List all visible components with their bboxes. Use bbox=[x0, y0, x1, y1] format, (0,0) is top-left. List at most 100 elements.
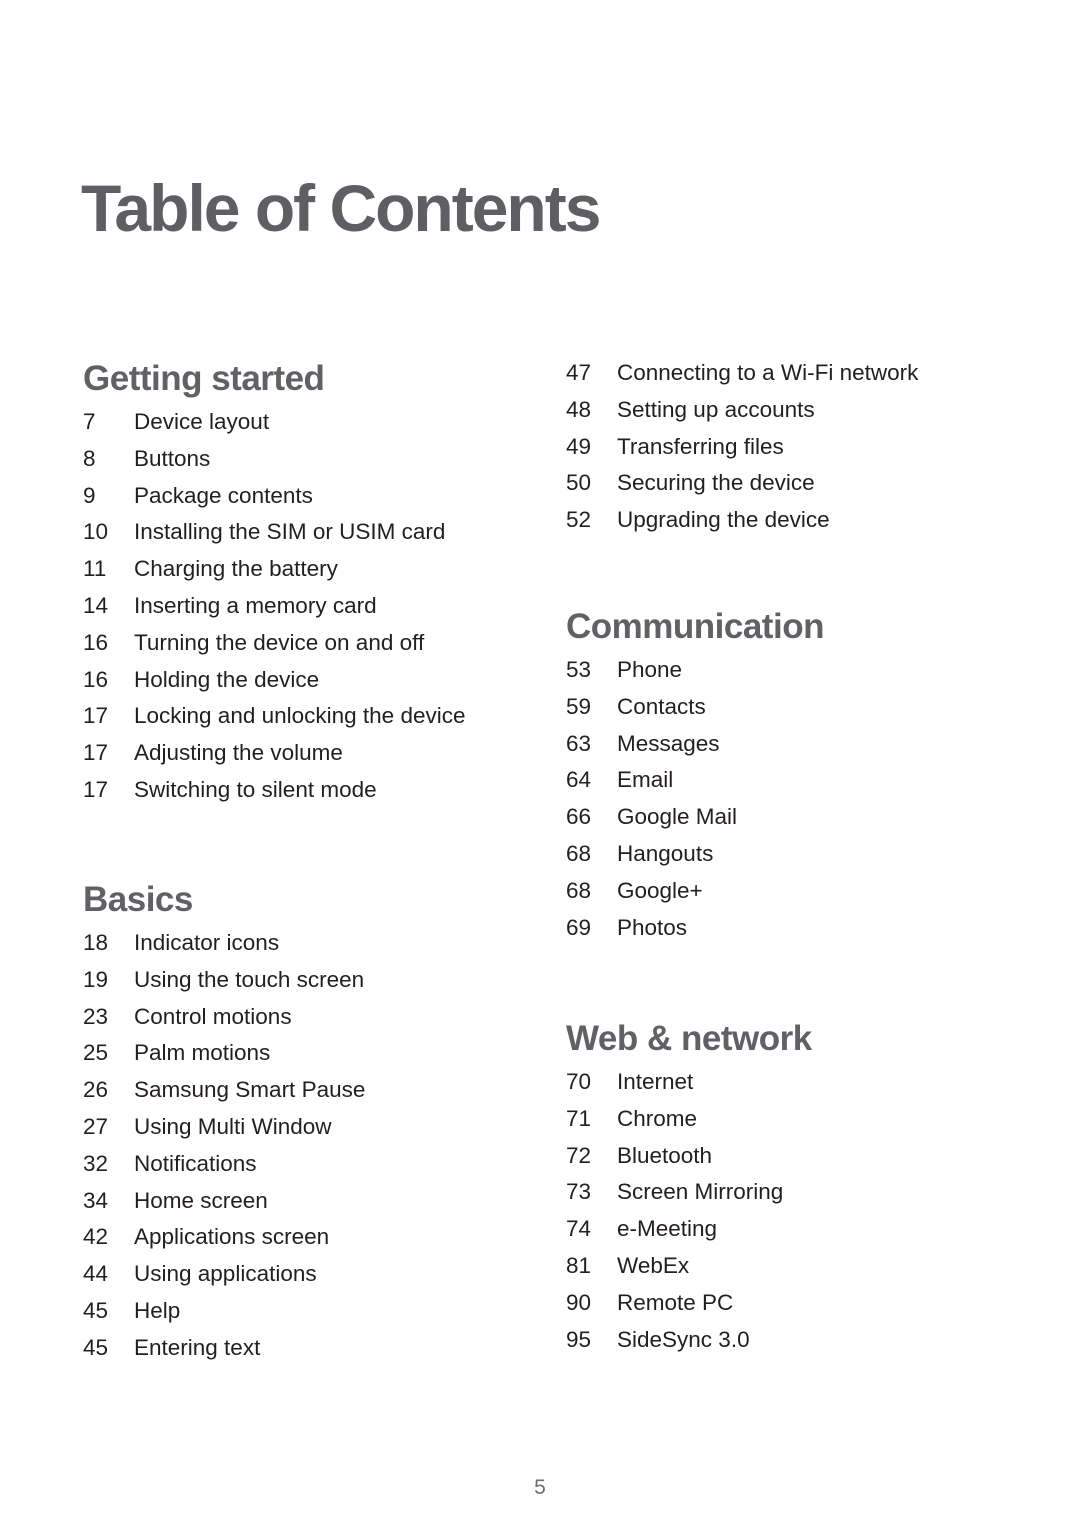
toc-entry[interactable]: 27 Using Multi Window bbox=[83, 1109, 543, 1146]
toc-entry[interactable]: 17 Adjusting the volume bbox=[83, 735, 543, 772]
toc-entry[interactable]: 52 Upgrading the device bbox=[566, 502, 1026, 539]
toc-entry-title: Turning the device on and off bbox=[134, 629, 425, 655]
toc-entry[interactable]: 49 Transferring files bbox=[566, 429, 1026, 466]
toc-entry[interactable]: 42 Applications screen bbox=[83, 1219, 543, 1256]
toc-list: 47 Connecting to a Wi-Fi network 48 Settin… bbox=[566, 355, 1026, 539]
toc-entry[interactable]: 23 Control motions bbox=[83, 999, 543, 1036]
toc-page-number: 64 bbox=[566, 767, 592, 793]
toc-page-number: 23 bbox=[83, 1003, 109, 1029]
toc-entry[interactable]: 63 Messages bbox=[566, 726, 1026, 763]
toc-entry-title: Charging the battery bbox=[134, 556, 338, 582]
toc-entry-title: Remote PC bbox=[617, 1289, 734, 1315]
toc-page-number: 59 bbox=[566, 693, 592, 719]
toc-entry-title: Switching to silent mode bbox=[134, 776, 377, 802]
section-communication: Communication 53 Phone 59 Contacts 63 Messa… bbox=[566, 606, 1026, 946]
toc-entry[interactable]: 90 Remote PC bbox=[566, 1285, 1026, 1322]
toc-entry[interactable]: 11 Charging the battery bbox=[83, 551, 543, 588]
toc-entry[interactable]: 45 Entering text bbox=[83, 1330, 543, 1367]
toc-entry-title: Installing the SIM or USIM card bbox=[134, 519, 446, 545]
toc-entry[interactable]: 18 Indicator icons bbox=[83, 925, 543, 962]
toc-entry-title: Hangouts bbox=[617, 840, 714, 866]
toc-page-number: 19 bbox=[83, 966, 109, 992]
toc-entry[interactable]: 81 WebEx bbox=[566, 1248, 1026, 1285]
toc-entry[interactable]: 44 Using applications bbox=[83, 1256, 543, 1293]
toc-entry[interactable]: 8 Buttons bbox=[83, 441, 543, 478]
toc-page-number: 8 bbox=[83, 445, 96, 471]
toc-entry-title: Device layout bbox=[134, 409, 270, 434]
toc-entry-title: SideSync 3.0 bbox=[617, 1326, 750, 1352]
section-heading: Web & network bbox=[566, 1019, 812, 1058]
toc-entry[interactable]: 64 Email bbox=[566, 762, 1026, 799]
toc-entry[interactable]: 50 Securing the device bbox=[566, 465, 1026, 502]
toc-page-number: 66 bbox=[566, 804, 592, 830]
toc-entry[interactable]: 70 Internet bbox=[566, 1064, 1026, 1101]
toc-page-number: 16 bbox=[83, 629, 109, 655]
toc-entry-title: Google+ bbox=[617, 877, 703, 903]
toc-entry[interactable]: 74 e-Meeting bbox=[566, 1211, 1026, 1248]
toc-entry[interactable]: 34 Home screen bbox=[83, 1183, 543, 1220]
toc-entry[interactable]: 48 Setting up accounts bbox=[566, 392, 1026, 429]
toc-entry[interactable]: 14 Inserting a memory card bbox=[83, 588, 543, 625]
toc-entry-title: Messages bbox=[617, 730, 720, 756]
toc-entry[interactable]: 16 Turning the device on and off bbox=[83, 625, 543, 662]
toc-page-number: 68 bbox=[566, 877, 592, 903]
toc-page-number: 90 bbox=[566, 1289, 592, 1315]
toc-page-number: 68 bbox=[566, 840, 592, 866]
toc-entry[interactable]: 72 Bluetooth bbox=[566, 1138, 1026, 1175]
toc-page-number: 25 bbox=[83, 1040, 109, 1066]
toc-entry-title: Samsung Smart Pause bbox=[134, 1077, 366, 1103]
toc-entry-title: Connecting to a Wi-Fi network bbox=[617, 360, 919, 385]
toc-entry[interactable]: 7 Device layout bbox=[83, 404, 543, 441]
toc-entry[interactable]: 53 Phone bbox=[566, 652, 1026, 689]
toc-entry[interactable]: 68 Hangouts bbox=[566, 836, 1026, 873]
toc-entry[interactable]: 9 Package contents bbox=[83, 478, 543, 515]
toc-page-number: 16 bbox=[83, 666, 109, 692]
toc-page-number: 49 bbox=[566, 433, 592, 459]
toc-entry-title: Internet bbox=[617, 1069, 694, 1094]
toc-entry-title: Using applications bbox=[134, 1261, 317, 1287]
toc-entry-title: Adjusting the volume bbox=[134, 740, 343, 766]
toc-page-number: 72 bbox=[566, 1142, 592, 1168]
toc-entry[interactable]: 95 SideSync 3.0 bbox=[566, 1322, 1026, 1359]
toc-entry[interactable]: 19 Using the touch screen bbox=[83, 962, 543, 999]
toc-entry[interactable]: 26 Samsung Smart Pause bbox=[83, 1072, 543, 1109]
toc-entry[interactable]: 45 Help bbox=[83, 1293, 543, 1330]
toc-entry[interactable]: 16 Holding the device bbox=[83, 662, 543, 699]
toc-entry[interactable]: 73 Screen Mirroring bbox=[566, 1174, 1026, 1211]
toc-entry-title: Transferring files bbox=[617, 433, 784, 459]
toc-page-number: 34 bbox=[83, 1187, 109, 1213]
toc-entry-title: Setting up accounts bbox=[617, 396, 815, 422]
toc-entry[interactable]: 17 Locking and unlocking the device bbox=[83, 698, 543, 735]
section-basics: Basics 18 Indicator icons 19 Using the tou… bbox=[83, 879, 543, 1367]
toc-page-number: 48 bbox=[566, 396, 592, 422]
toc-entry-title: Using the touch screen bbox=[134, 966, 365, 992]
toc-entry-title: Securing the device bbox=[617, 470, 815, 496]
toc-page-number: 45 bbox=[83, 1297, 109, 1323]
toc-entry-title: Palm motions bbox=[134, 1040, 271, 1066]
toc-entry-title: Chrome bbox=[617, 1105, 698, 1131]
toc-entry[interactable]: 47 Connecting to a Wi-Fi network bbox=[566, 355, 1026, 392]
toc-page-number: 70 bbox=[566, 1069, 592, 1094]
toc-entry-title: Home screen bbox=[134, 1187, 268, 1213]
toc-entry[interactable]: 66 Google Mail bbox=[566, 799, 1026, 836]
toc-entry-title: Bluetooth bbox=[617, 1142, 713, 1168]
toc-entry[interactable]: 32 Notifications bbox=[83, 1146, 543, 1183]
toc-entry[interactable]: 10 Installing the SIM or USIM card bbox=[83, 514, 543, 551]
toc-page-number: 42 bbox=[83, 1224, 109, 1250]
toc-entry-title: Entering text bbox=[134, 1334, 261, 1360]
toc-page-number: 95 bbox=[566, 1326, 592, 1352]
toc-entry-title: Help bbox=[134, 1297, 181, 1323]
toc-page-number: 27 bbox=[83, 1113, 109, 1139]
toc-entry[interactable]: 25 Palm motions bbox=[83, 1035, 543, 1072]
toc-entry[interactable]: 68 Google+ bbox=[566, 873, 1026, 910]
toc-entry-title: Upgrading the device bbox=[617, 507, 830, 533]
toc-page-number: 69 bbox=[566, 914, 592, 940]
toc-entry[interactable]: 59 Contacts bbox=[566, 689, 1026, 726]
toc-entry-title: Notifications bbox=[134, 1150, 257, 1176]
toc-entry-title: Control motions bbox=[134, 1003, 292, 1029]
toc-entry[interactable]: 17 Switching to silent mode bbox=[83, 772, 543, 809]
toc-entry[interactable]: 69 Photos bbox=[566, 910, 1026, 947]
toc-entry[interactable]: 71 Chrome bbox=[566, 1101, 1026, 1138]
toc-entry-title: Contacts bbox=[617, 693, 706, 719]
toc-page-number: 71 bbox=[566, 1105, 592, 1131]
